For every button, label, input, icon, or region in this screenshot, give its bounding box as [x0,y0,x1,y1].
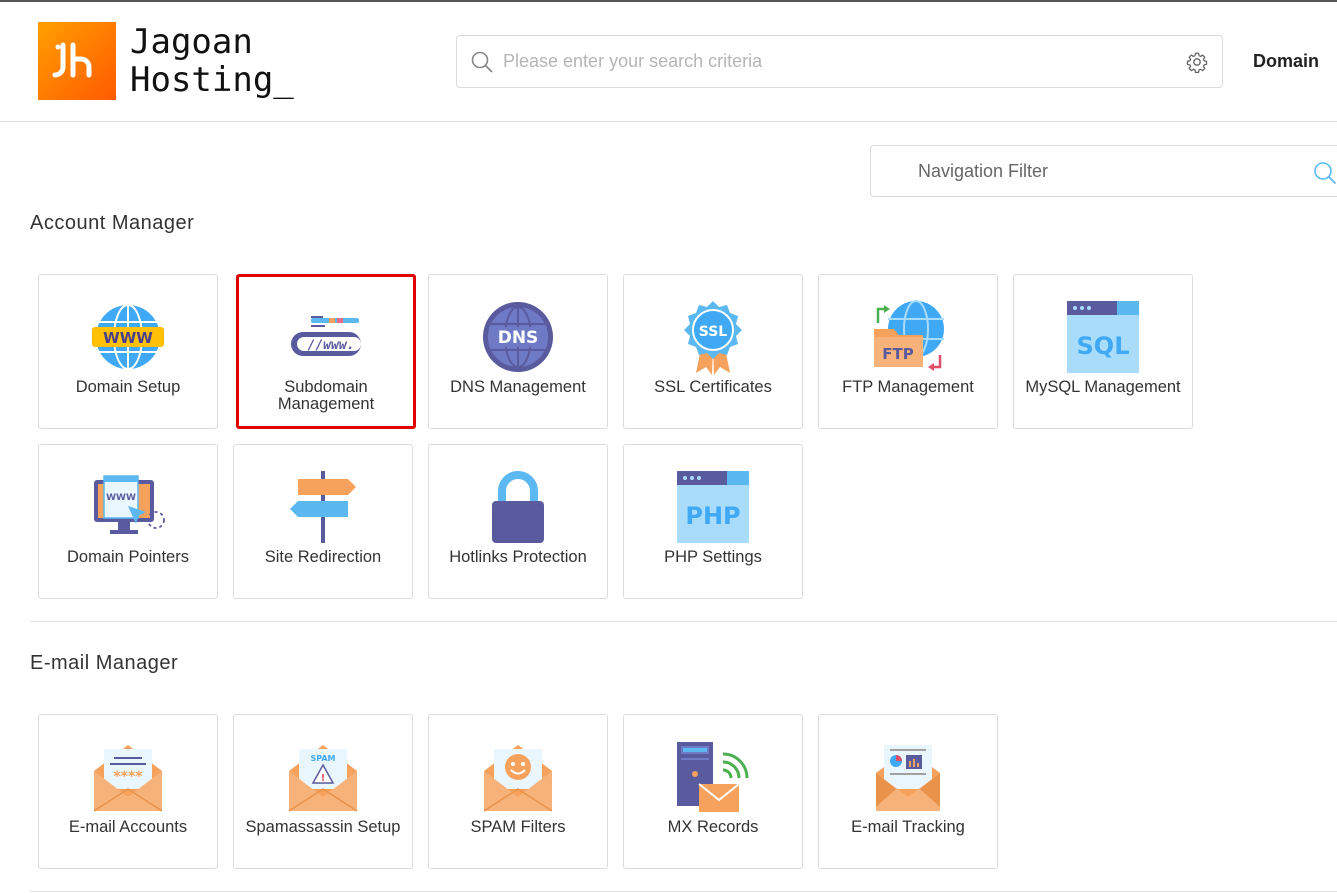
tile-label: Domain Setup [75,378,181,396]
section-title-account-manager: Account Manager [30,212,195,234]
padlock-icon [478,467,558,547]
tile-email-accounts[interactable]: **** E-mail Accounts [38,714,218,869]
tile-ftp-management[interactable]: FTP FTP Management [818,274,998,429]
svg-text:PHP: PHP [685,502,740,530]
global-search [456,35,1223,88]
section-divider [30,621,1337,622]
tile-label: DNS Management [450,378,586,396]
tile-label: Hotlinks Protection [449,548,587,566]
domain-pointer-monitor-icon: WWW [88,467,168,547]
envelope-password-icon: **** [88,737,168,817]
tile-label: Spamassassin Setup [245,818,401,836]
tile-site-redirection[interactable]: Site Redirection [233,444,413,599]
www-globe-icon: WWW [88,297,168,377]
logo-mark-icon [38,22,116,100]
domain-menu-link[interactable]: Domain [1253,51,1319,72]
tile-mysql-management[interactable]: SQL MySQL Management [1013,274,1193,429]
ftp-folder-icon: FTP [868,297,948,377]
dns-globe-icon: DNS [478,297,558,377]
tile-spam-filters[interactable]: SPAM Filters [428,714,608,869]
envelope-smiley-icon [478,737,558,817]
svg-text:WWW: WWW [103,329,153,347]
svg-text:****: **** [113,769,143,785]
tile-mx-records[interactable]: MX Records [623,714,803,869]
search-icon [471,51,493,78]
tile-domain-pointers[interactable]: WWW Domain Pointers [38,444,218,599]
tile-domain-setup[interactable]: WWW Domain Setup [38,274,218,429]
header: Jagoan Hosting_ Domain [0,2,1337,122]
envelope-chart-icon [868,737,948,817]
search-input[interactable] [503,36,1163,87]
tile-label: Site Redirection [264,548,382,566]
tile-label: MX Records [667,818,759,836]
tile-label: E-mail Tracking [851,818,965,836]
envelope-spam-warning-icon: SPAM ! [283,737,363,817]
brand-line-2: Hosting_ [130,60,294,100]
svg-text:DNS: DNS [498,328,539,348]
ssl-badge-icon: SSL [673,297,753,377]
section-title-email-manager: E-mail Manager [30,652,179,674]
svg-text:!: ! [321,773,326,784]
svg-text:FTP: FTP [882,345,913,363]
tile-label: Subdomain Management [277,378,375,413]
tile-hotlinks-protection[interactable]: Hotlinks Protection [428,444,608,599]
navigation-filter [870,145,1337,197]
www-address-bar-icon: //www. [286,297,366,377]
tile-dns-management[interactable]: DNS DNS Management [428,274,608,429]
tile-label: MySQL Management [1025,378,1181,396]
tile-label: SPAM Filters [470,818,566,836]
tile-email-tracking[interactable]: E-mail Tracking [818,714,998,869]
tile-spamassassin-setup[interactable]: SPAM ! Spamassassin Setup [233,714,413,869]
tile-label: Domain Pointers [67,548,189,566]
svg-text:SQL: SQL [1077,332,1130,360]
svg-text:SPAM: SPAM [310,754,335,763]
tile-label: SSL Certificates [654,378,772,396]
sql-window-icon: SQL [1063,297,1143,377]
filter-search-icon[interactable] [1313,161,1337,190]
tile-label: FTP Management [842,378,974,396]
tile-label: E-mail Accounts [68,818,188,836]
svg-text:WWW: WWW [106,493,136,503]
brand-wordmark: Jagoan Hosting_ [130,23,294,99]
tile-subdomain-management[interactable]: //www. Subdomain Management [236,274,416,429]
php-window-icon: PHP [673,467,753,547]
section-divider [30,891,1337,892]
tile-php-settings[interactable]: PHP PHP Settings [623,444,803,599]
svg-text://www.: //www. [308,338,355,353]
navigation-filter-input[interactable] [918,146,1298,196]
brand-logo[interactable]: Jagoan Hosting_ [38,22,294,100]
brand-line-1: Jagoan [130,22,253,62]
gear-icon[interactable] [1186,51,1208,78]
server-mail-icon [673,737,753,817]
svg-text:SSL: SSL [699,324,728,340]
signpost-icon [283,467,363,547]
tile-label: PHP Settings [664,548,762,566]
tile-ssl-certificates[interactable]: SSL SSL Certificates [623,274,803,429]
